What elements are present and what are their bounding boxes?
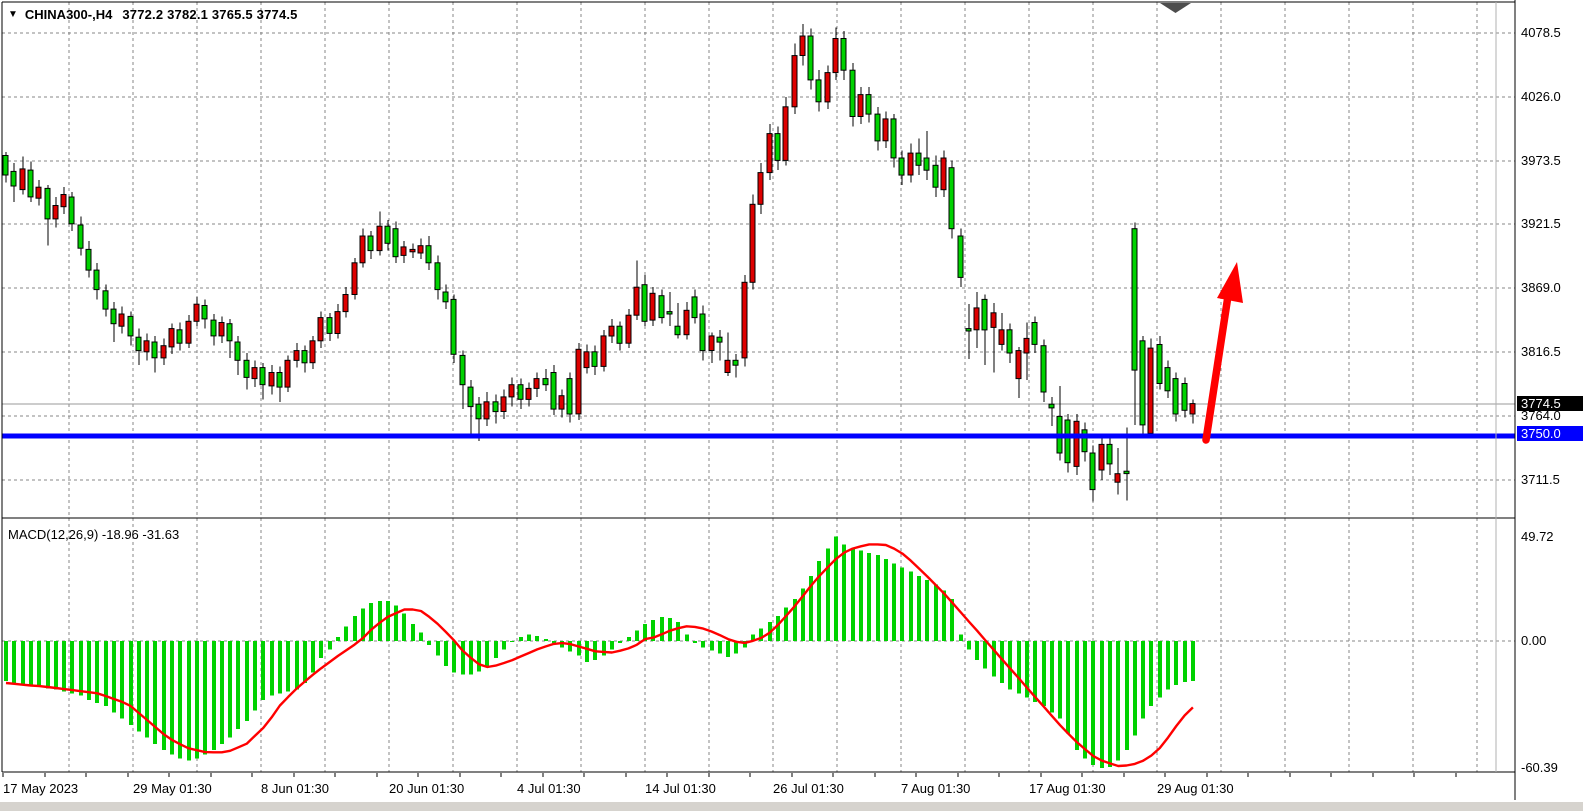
time-axis-label: 20 Jun 01:30	[389, 781, 464, 796]
macd-axis-label: 49.72	[1521, 529, 1554, 544]
time-axis-label: 17 Aug 01:30	[1029, 781, 1106, 796]
price-axis-label: 3764.0	[1521, 408, 1561, 423]
chart-window: ▼ CHINA300-,H4 3772.2 3782.1 3765.5 3774…	[0, 0, 1583, 811]
symbol-period-label: CHINA300-,H4	[25, 7, 112, 22]
support-line-price-tag: 3750.0	[1517, 426, 1583, 441]
price-axis-label: 4026.0	[1521, 89, 1561, 104]
window-bottom-strip	[0, 802, 1583, 811]
time-axis-label: 7 Aug 01:30	[901, 781, 970, 796]
current-price-tag: 3774.5	[1517, 396, 1583, 411]
time-axis-label: 8 Jun 01:30	[261, 781, 329, 796]
macd-axis-label: 0.00	[1521, 633, 1546, 648]
time-axis-label: 26 Jul 01:30	[773, 781, 844, 796]
chart-header: ▼ CHINA300-,H4 3772.2 3782.1 3765.5 3774…	[8, 5, 298, 23]
price-axis-label: 3816.5	[1521, 344, 1561, 359]
time-axis-label: 14 Jul 01:30	[645, 781, 716, 796]
ohlc-quote-line: 3772.2 3782.1 3765.5 3774.5	[122, 7, 297, 22]
macd-axis-label: -60.39	[1521, 760, 1558, 775]
time-axis-label: 29 Aug 01:30	[1157, 781, 1234, 796]
time-axis-label: 17 May 2023	[3, 781, 78, 796]
price-axis-label: 3869.0	[1521, 280, 1561, 295]
time-axis-label: 4 Jul 01:30	[517, 781, 581, 796]
price-axis-label: 3921.5	[1521, 216, 1561, 231]
symbol-dropdown-icon[interactable]: ▼	[8, 9, 18, 20]
price-axis-label: 4078.5	[1521, 25, 1561, 40]
price-axis-label: 3711.5	[1521, 472, 1560, 487]
macd-indicator-label: MACD(12,26,9) -18.96 -31.63	[8, 527, 179, 542]
time-axis-label: 29 May 01:30	[133, 781, 212, 796]
chart-svg[interactable]	[0, 0, 1583, 811]
price-axis-label: 3973.5	[1521, 153, 1561, 168]
